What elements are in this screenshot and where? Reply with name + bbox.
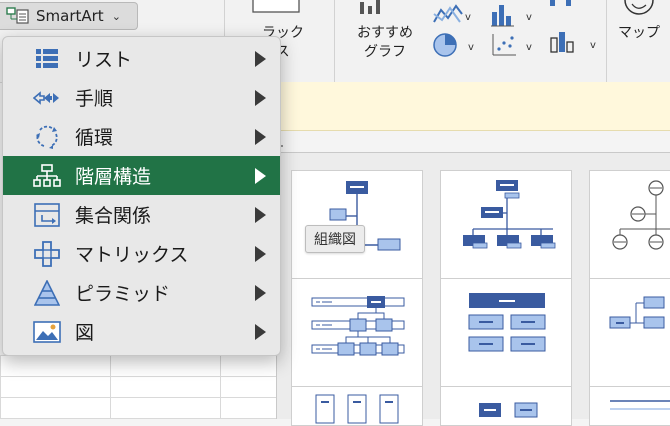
menu-item-label: 集合関係	[75, 205, 152, 227]
layout-table-hierarchy[interactable]	[440, 386, 572, 426]
chevron-down-icon: ⌄	[111, 9, 121, 23]
scatter-chart-icon[interactable]: v	[490, 32, 538, 58]
line-chart-icon[interactable]: v	[432, 2, 472, 28]
labeled-hierarchy-thumbnail	[610, 400, 670, 410]
info-banner	[270, 82, 670, 131]
table-hierarchy-thumbnail	[479, 402, 538, 418]
svg-text:v: v	[468, 42, 474, 53]
svg-text:v: v	[465, 12, 471, 23]
submenu-arrow-icon	[255, 129, 266, 145]
layout-tooltip: 組織図	[305, 225, 365, 253]
svg-text:v: v	[526, 42, 532, 53]
submenu-arrow-icon	[255, 324, 266, 340]
svg-text:v: v	[590, 40, 596, 51]
svg-text:v: v	[526, 12, 532, 23]
recommended-line1: おすすめ	[357, 25, 413, 41]
pyramid-icon	[33, 279, 61, 306]
textbox-icon	[252, 0, 300, 13]
menu-item-label: マトリックス	[75, 244, 189, 266]
menu-item-list[interactable]: リスト	[3, 39, 280, 78]
vertical-hierarchy-thumbnail	[315, 394, 399, 424]
horizontal-org-chart-thumbnail	[311, 296, 405, 356]
map-button[interactable]: マップ	[618, 24, 670, 43]
menu-item-label: ピラミッド	[75, 283, 171, 305]
layout-labeled-hierarchy[interactable]	[589, 386, 670, 426]
pie-chart-icon[interactable]: v	[432, 32, 480, 58]
menu-item-label: 図	[75, 322, 95, 344]
layout-horizontal-org-chart[interactable]	[291, 278, 423, 396]
layout-vertical-hierarchy[interactable]	[291, 386, 423, 426]
worksheet-grid[interactable]	[0, 355, 300, 419]
smartart-button[interactable]: SmartArt ⌄	[0, 2, 138, 30]
menu-item-pyramid[interactable]: ピラミッド	[3, 273, 280, 312]
smartart-category-menu: リスト 手順 循環 階層構造 集合関係 マトリックス ピラミッド 図	[2, 36, 281, 356]
map-chart-icon	[624, 0, 654, 15]
ribbon-separator	[606, 0, 607, 82]
menu-item-cycle[interactable]: 循環	[3, 117, 280, 156]
submenu-arrow-icon	[255, 285, 266, 301]
menu-item-picture[interactable]: 図	[3, 312, 280, 351]
menu-item-label: 階層構造	[75, 166, 152, 188]
menu-item-label: 循環	[75, 127, 114, 149]
recommended-charts-icon	[360, 0, 380, 14]
column-chart-icon[interactable]: v	[490, 2, 538, 28]
layout-horizontal-hierarchy[interactable]	[589, 278, 670, 396]
layout-circle-picture-hierarchy[interactable]	[589, 170, 670, 288]
smartart-icon	[6, 7, 29, 24]
map-label: マップ	[618, 25, 660, 41]
menu-item-hierarchy[interactable]: 階層構造	[3, 156, 280, 195]
submenu-arrow-icon	[255, 246, 266, 262]
circle-hierarchy-thumbnail	[612, 180, 670, 250]
matrix-icon	[33, 240, 61, 267]
horizontal-hierarchy-thumbnail	[609, 296, 665, 329]
menu-item-matrix[interactable]: マトリックス	[3, 234, 280, 273]
smartart-label: SmartArt	[36, 7, 104, 25]
menu-item-relationship[interactable]: 集合関係	[3, 195, 280, 234]
cycle-icon	[33, 124, 61, 150]
name-title-org-chart-thumbnail	[463, 180, 556, 249]
recommended-line2: グラフ	[364, 44, 406, 60]
layout-hierarchy-list[interactable]	[440, 278, 572, 396]
menu-item-label: 手順	[75, 88, 114, 110]
hierarchy-icon	[33, 163, 61, 189]
combo-chart-icon[interactable]: v	[548, 28, 602, 56]
layout-name-and-title-org-chart[interactable]	[440, 170, 572, 288]
submenu-arrow-icon	[255, 168, 266, 184]
list-icon	[33, 46, 61, 72]
menu-item-process[interactable]: 手順	[3, 78, 280, 117]
submenu-arrow-icon	[255, 90, 266, 106]
hierarchy-list-thumbnail	[468, 293, 546, 352]
smartart-gallery	[276, 152, 670, 426]
submenu-arrow-icon	[255, 51, 266, 67]
ribbon-separator	[334, 0, 335, 82]
relationship-icon	[33, 202, 61, 228]
menu-item-label: リスト	[75, 49, 133, 71]
process-icon	[33, 85, 61, 111]
submenu-arrow-icon	[255, 207, 266, 223]
picture-icon	[33, 319, 61, 345]
recommended-charts-button[interactable]: おすすめ グラフ	[346, 24, 424, 62]
hierarchy-chart-icon[interactable]	[548, 0, 588, 10]
